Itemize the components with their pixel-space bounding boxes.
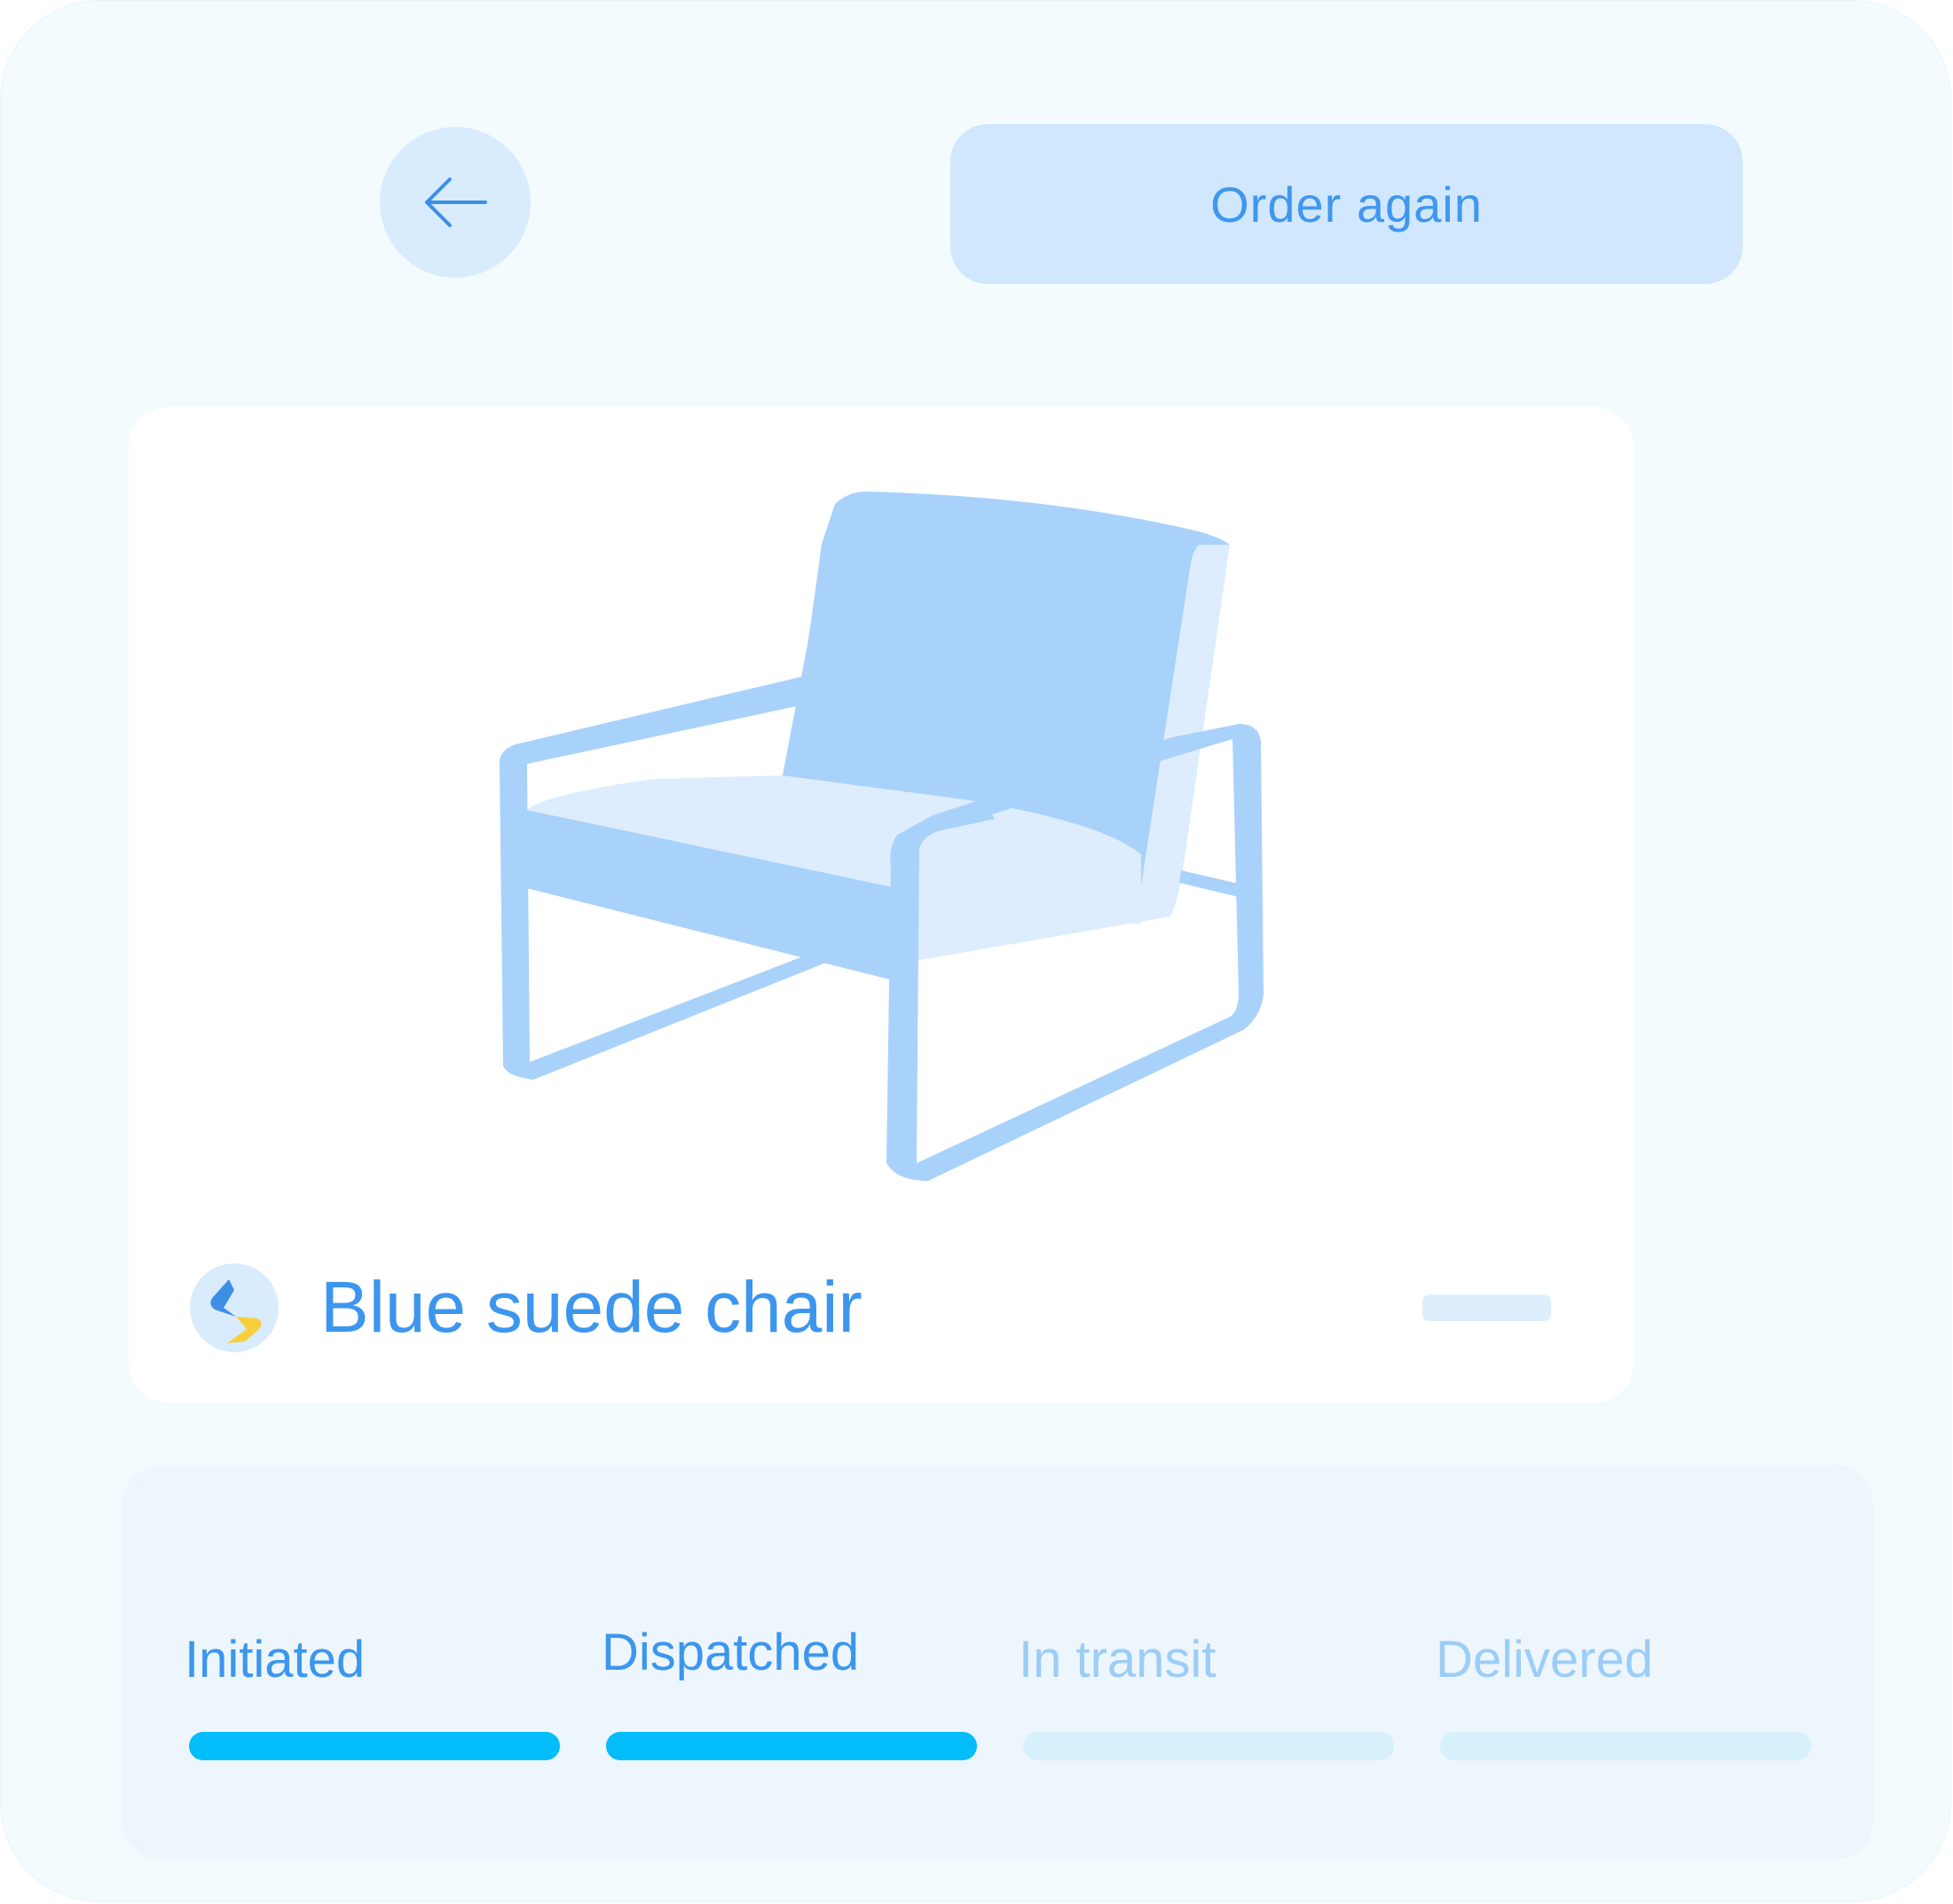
product-image [499, 492, 1264, 1181]
progress-bar [1023, 1732, 1394, 1760]
product-name: Blue suede chair [320, 1267, 862, 1348]
step-label: Initiated [185, 1631, 366, 1688]
order-detail-screen: Order again Blue suede chair Initiated D… [0, 0, 1951, 1902]
brand-logo-icon [190, 1263, 279, 1352]
order-tracking-panel: Initiated Dispatched In transit Delivere… [122, 1465, 1873, 1860]
step-label: Delivered [1436, 1631, 1653, 1688]
arrow-left-icon [425, 177, 487, 227]
step-label: Dispatched [602, 1624, 860, 1681]
price-placeholder [1422, 1294, 1551, 1321]
order-again-button[interactable]: Order again [950, 124, 1743, 284]
progress-bar [1440, 1732, 1811, 1760]
step-label: In transit [1019, 1631, 1217, 1688]
progress-bar [606, 1732, 977, 1760]
back-button[interactable] [380, 127, 531, 278]
progress-bar [189, 1732, 560, 1760]
order-again-label: Order again [1210, 176, 1483, 232]
product-card: Blue suede chair [129, 407, 1634, 1403]
